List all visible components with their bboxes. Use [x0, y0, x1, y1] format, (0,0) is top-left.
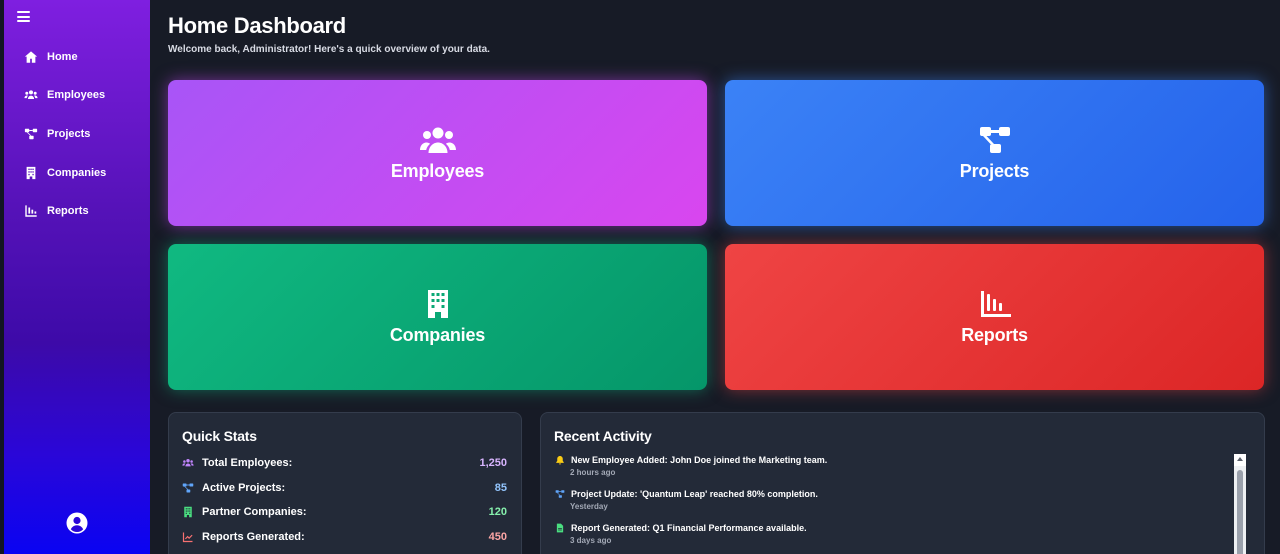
sidebar-item-label: Employees: [47, 89, 106, 101]
user-avatar[interactable]: [66, 512, 88, 534]
stat-label: Active Projects:: [202, 482, 286, 494]
sidebar-item-companies[interactable]: Companies: [24, 164, 106, 182]
sidebar-item-label: Home: [47, 51, 78, 63]
reports-tile[interactable]: Reports: [725, 244, 1264, 390]
activity-item: Project Update: 'Quantum Leap' reached 8…: [555, 489, 818, 511]
project-diagram-icon: [182, 483, 194, 493]
chart-line-icon: [182, 532, 193, 543]
building-icon: [184, 506, 192, 518]
sidebar-item-label: Companies: [47, 167, 107, 179]
home-icon: [24, 51, 38, 63]
page-subtitle: Welcome back, Administrator! Here's a qu…: [168, 44, 490, 55]
companies-tile-label: Companies: [389, 324, 486, 345]
building-icon: [427, 289, 448, 318]
sidebar-edge: [0, 0, 4, 554]
stat-row-companies: Partner Companies: 120: [182, 504, 507, 520]
activity-scrollbar[interactable]: [1234, 454, 1246, 554]
sidebar-item-employees[interactable]: Employees: [24, 86, 105, 104]
stat-row-projects: Active Projects: 85: [182, 480, 507, 496]
users-icon: [24, 90, 38, 99]
employees-tile-label: Employees: [390, 160, 485, 181]
reports-tile-label: Reports: [961, 324, 1028, 345]
chart-icon: [980, 290, 1011, 317]
activity-text: Project Update: 'Quantum Leap' reached 8…: [571, 489, 818, 499]
sidebar-item-label: Reports: [47, 205, 89, 217]
stat-value: 85: [494, 482, 507, 494]
projects-tile[interactable]: Projects: [725, 80, 1264, 226]
quick-stats-panel: Quick Stats Total Employees: 1,250 Activ…: [168, 412, 522, 554]
recent-activity-panel: Recent Activity New Employee Added: John…: [540, 412, 1265, 554]
stat-label: Total Employees:: [202, 457, 293, 469]
stat-row-employees: Total Employees: 1,250: [182, 455, 507, 471]
sidebar: Home Employees Projects Companies Report…: [0, 0, 150, 554]
project-diagram-icon: [24, 128, 38, 140]
sidebar-item-home[interactable]: Home: [24, 48, 78, 66]
activity-time: Yesterday: [570, 502, 608, 511]
project-diagram-icon: [555, 490, 565, 498]
project-diagram-icon: [979, 126, 1010, 153]
page-title: Home Dashboard: [168, 13, 346, 38]
sidebar-item-projects[interactable]: Projects: [24, 125, 90, 143]
stat-label: Reports Generated:: [202, 531, 305, 543]
activity-text: New Employee Added: John Doe joined the …: [571, 455, 828, 465]
stat-label: Partner Companies:: [202, 506, 307, 518]
activity-time: 3 days ago: [570, 536, 612, 545]
stat-row-reports: Reports Generated: 450: [182, 529, 507, 545]
activity-item: New Employee Added: John Doe joined the …: [555, 455, 827, 477]
hamburger-icon[interactable]: [17, 11, 30, 22]
users-icon: [419, 127, 456, 153]
scrollbar-thumb[interactable]: [1237, 470, 1243, 554]
file-icon: [556, 523, 564, 533]
recent-activity-title: Recent Activity: [554, 428, 652, 444]
sidebar-item-reports[interactable]: Reports: [24, 202, 89, 220]
chart-icon: [25, 205, 37, 217]
employees-tile[interactable]: Employees: [168, 80, 707, 226]
stat-value: 450: [488, 531, 507, 543]
sidebar-item-label: Projects: [47, 128, 91, 140]
quick-stats-title: Quick Stats: [182, 428, 257, 444]
activity-item: Report Generated: Q1 Financial Performan…: [555, 523, 807, 545]
stat-value: 1,250: [479, 457, 507, 469]
scroll-up-arrow-icon[interactable]: [1234, 454, 1246, 466]
activity-text: Report Generated: Q1 Financial Performan…: [571, 523, 807, 533]
projects-tile-label: Projects: [959, 160, 1030, 181]
stat-value: 120: [488, 506, 507, 518]
users-icon: [182, 459, 194, 467]
companies-tile[interactable]: Companies: [168, 244, 707, 390]
building-icon: [26, 166, 36, 180]
activity-time: 2 hours ago: [570, 468, 616, 477]
bell-icon: [556, 455, 564, 465]
user-circle-icon: [66, 512, 88, 534]
